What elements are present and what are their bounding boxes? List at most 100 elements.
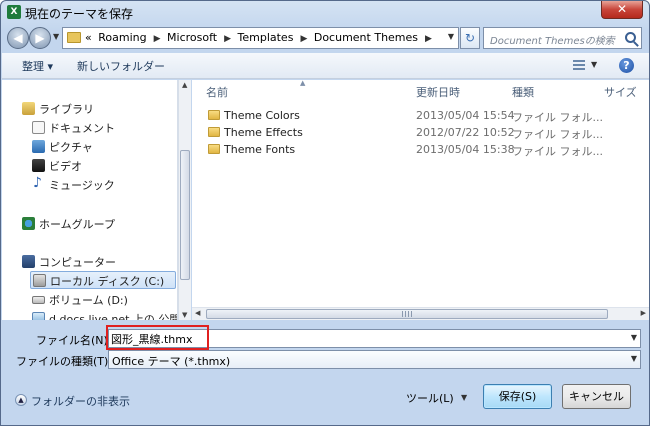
address-dropdown[interactable]: ▼ bbox=[448, 32, 454, 41]
library-icon bbox=[22, 102, 35, 115]
sort-ascending-icon: ▲ bbox=[300, 80, 306, 87]
refresh-button[interactable]: ↻ bbox=[460, 27, 480, 49]
pictures-icon bbox=[32, 140, 45, 153]
network-drive-icon bbox=[32, 312, 45, 320]
filetype-select[interactable]: Office テーマ (*.thmx) ▼ bbox=[108, 350, 641, 369]
address-bar[interactable]: « Roaming ▶ Microsoft ▶ Templates ▶ Documen… bbox=[62, 27, 459, 49]
chevron-right-icon[interactable]: ▶ bbox=[224, 34, 231, 44]
organize-button[interactable]: 整理 ▾ bbox=[22, 58, 53, 74]
breadcrumb-document-themes[interactable]: Document Themes bbox=[314, 31, 418, 44]
scroll-right-icon[interactable]: ▶ bbox=[641, 309, 646, 317]
folder-icon bbox=[208, 110, 220, 120]
nav-network-location[interactable]: d.docs.live.net 上の 公開 bbox=[32, 310, 177, 320]
nav-local-disk[interactable]: ローカル ディスク (C:) bbox=[30, 271, 176, 289]
nav-label: ローカル ディスク (C:) bbox=[50, 275, 165, 288]
forward-button[interactable]: ▶ bbox=[29, 27, 51, 49]
nav-label: ミュージック bbox=[49, 179, 115, 192]
folder-icon bbox=[67, 32, 81, 43]
nav-label: d.docs.live.net 上の 公開 bbox=[49, 313, 178, 320]
nav-volume-d[interactable]: ボリューム (D:) bbox=[32, 291, 172, 309]
file-date: 2013/05/04 15:54 bbox=[416, 109, 515, 122]
excel-app-icon: X bbox=[7, 5, 21, 19]
chevron-right-icon[interactable]: ▶ bbox=[300, 34, 307, 44]
file-row[interactable]: Theme Fonts 2013/05/04 15:38 ファイル フォル... bbox=[192, 141, 649, 158]
file-name: Theme Colors bbox=[224, 109, 300, 122]
search-icon[interactable] bbox=[625, 32, 636, 43]
new-folder-button[interactable]: 新しいフォルダー bbox=[77, 58, 165, 74]
chevron-down-icon[interactable]: ▼ bbox=[631, 333, 637, 342]
recent-pages-dropdown[interactable]: ▼ bbox=[53, 32, 59, 41]
window-title: 現在のテーマを保存 bbox=[25, 7, 134, 21]
title-bar: X 現在のテーマを保存 ✕ bbox=[1, 1, 649, 23]
music-icon bbox=[32, 175, 45, 191]
file-list: 名前 ▲ 更新日時 種類 サイズ Theme Colors 2013/05/04… bbox=[192, 80, 649, 307]
nav-label: ボリューム (D:) bbox=[49, 294, 128, 307]
chevron-down-icon[interactable]: ▼ bbox=[631, 354, 637, 363]
file-row[interactable]: Theme Effects 2012/07/22 10:52 ファイル フォル.… bbox=[192, 124, 649, 141]
breadcrumb-roaming[interactable]: Roaming bbox=[98, 31, 146, 44]
horizontal-scrollbar[interactable]: ◀ ▶ bbox=[192, 307, 649, 320]
scroll-thumb[interactable] bbox=[180, 150, 190, 280]
folder-icon bbox=[208, 144, 220, 154]
nav-pictures[interactable]: ピクチャ bbox=[32, 138, 172, 156]
drive-icon bbox=[33, 274, 46, 287]
scroll-left-icon[interactable]: ◀ bbox=[195, 309, 200, 317]
folder-icon bbox=[208, 127, 220, 137]
videos-icon bbox=[32, 159, 45, 172]
nav-label: ピクチャ bbox=[49, 141, 93, 154]
file-type: ファイル フォル... bbox=[512, 128, 603, 141]
save-theme-dialog: X 現在のテーマを保存 ✕ ◀ ▶ ▼ « Roaming ▶ Microsoft… bbox=[0, 0, 650, 426]
filetype-label: ファイルの種類(T): bbox=[16, 355, 113, 368]
file-type: ファイル フォル... bbox=[512, 111, 603, 124]
breadcrumb-microsoft[interactable]: Microsoft bbox=[167, 31, 217, 44]
save-button[interactable]: 保存(S) bbox=[483, 384, 552, 409]
chevron-right-icon[interactable]: ▶ bbox=[154, 34, 161, 44]
chevron-right-icon[interactable]: ▶ bbox=[425, 34, 432, 44]
help-icon[interactable]: ? bbox=[619, 58, 634, 73]
search-placeholder: Document Themesの検索 bbox=[490, 36, 615, 47]
search-input[interactable]: Document Themesの検索 bbox=[483, 27, 642, 49]
scroll-thumb[interactable] bbox=[206, 309, 608, 319]
cancel-button[interactable]: キャンセル bbox=[562, 384, 631, 409]
column-header-size[interactable]: サイズ bbox=[604, 84, 637, 100]
scroll-down-icon[interactable]: ▼ bbox=[182, 311, 187, 319]
drive-icon bbox=[32, 296, 45, 304]
file-row[interactable]: Theme Colors 2013/05/04 15:54 ファイル フォル..… bbox=[192, 107, 649, 124]
file-name: Theme Fonts bbox=[224, 143, 296, 156]
chevron-down-icon[interactable]: ▼ bbox=[461, 393, 467, 402]
close-button[interactable]: ✕ bbox=[601, 1, 643, 19]
breadcrumb-templates[interactable]: Templates bbox=[238, 31, 294, 44]
address-row: ◀ ▶ ▼ « Roaming ▶ Microsoft ▶ Templates ▶ D… bbox=[1, 23, 649, 53]
nav-label: ライブラリ bbox=[39, 103, 94, 116]
homegroup-icon bbox=[22, 217, 35, 230]
breadcrumb-overflow[interactable]: « bbox=[85, 31, 92, 44]
command-bar: 整理 ▾ 新しいフォルダー ▼ ? bbox=[2, 53, 649, 79]
nav-videos[interactable]: ビデオ bbox=[32, 157, 172, 175]
chevron-up-icon: ▲ bbox=[15, 394, 27, 406]
tools-button[interactable]: ツール(L) bbox=[406, 390, 454, 406]
file-name: Theme Effects bbox=[224, 126, 303, 139]
nav-label: ビデオ bbox=[49, 160, 82, 173]
grip-icon bbox=[402, 311, 412, 317]
column-header-date[interactable]: 更新日時 bbox=[416, 84, 460, 100]
file-date: 2012/07/22 10:52 bbox=[416, 126, 515, 139]
nav-label: ホームグループ bbox=[39, 218, 116, 231]
column-header-name[interactable]: 名前 bbox=[206, 84, 228, 100]
filename-label: ファイル名(N): bbox=[36, 334, 112, 347]
nav-libraries[interactable]: ライブラリ bbox=[22, 100, 172, 118]
view-options-icon[interactable] bbox=[573, 60, 585, 71]
nav-homegroup[interactable]: ホームグループ bbox=[22, 215, 172, 233]
file-date: 2013/05/04 15:38 bbox=[416, 143, 515, 156]
documents-icon bbox=[32, 121, 45, 134]
column-header-type[interactable]: 種類 bbox=[512, 84, 534, 100]
nav-documents[interactable]: ドキュメント bbox=[32, 119, 172, 137]
scroll-up-icon[interactable]: ▲ bbox=[182, 81, 187, 89]
file-type: ファイル フォル... bbox=[512, 145, 603, 158]
view-dropdown[interactable]: ▼ bbox=[591, 60, 597, 69]
breadcrumb: « Roaming ▶ Microsoft ▶ Templates ▶ Documen… bbox=[85, 31, 435, 44]
nav-computer[interactable]: コンピューター bbox=[22, 253, 172, 271]
back-button[interactable]: ◀ bbox=[7, 27, 29, 49]
nav-music[interactable]: ミュージック bbox=[32, 175, 172, 194]
navigation-pane: ライブラリ ドキュメント ピクチャ ビデオ ミュージック ホームグループ コンピ… bbox=[2, 80, 178, 320]
nav-scrollbar[interactable]: ▲ ▼ bbox=[178, 80, 191, 320]
